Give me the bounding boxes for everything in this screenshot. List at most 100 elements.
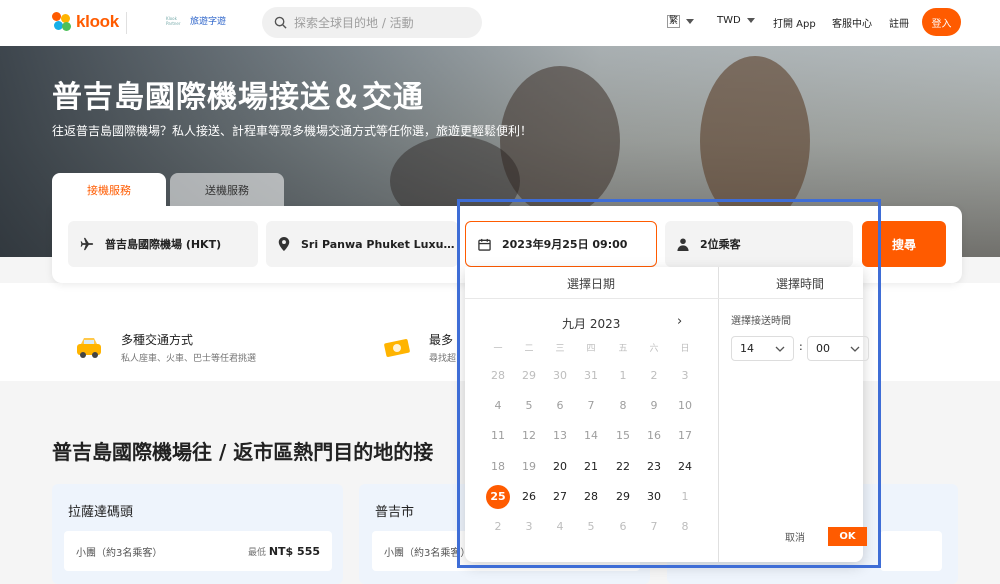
chevron-down-icon	[850, 346, 860, 352]
calendar-day: 19	[522, 460, 536, 473]
weekday-label: 四	[586, 344, 596, 354]
weekday-label: 二	[524, 344, 534, 354]
open-app-link[interactable]: 打開 App	[773, 15, 816, 30]
location-pin-icon	[278, 237, 290, 251]
calendar-day: 11	[491, 429, 505, 442]
calendar-day: 17	[678, 429, 692, 442]
calendar-day[interactable]: 23	[642, 455, 666, 479]
money-icon	[384, 339, 410, 357]
logo-divider	[126, 12, 127, 34]
weekday-label: 五	[618, 344, 628, 354]
calendar-icon	[478, 238, 491, 251]
hour-select[interactable]: 14	[731, 336, 794, 361]
calendar-day: 2	[494, 520, 502, 533]
datetime-field[interactable]: 2023年9月25日 09:00	[465, 221, 657, 267]
chevron-down-icon	[686, 19, 695, 24]
help-center-link[interactable]: 客服中心	[832, 15, 872, 30]
time-label: 選擇接送時間	[731, 316, 791, 327]
page-title: 普吉島國際機場接送＆交通	[52, 80, 424, 115]
calendar-day[interactable]: 20	[548, 455, 572, 479]
language-selector[interactable]: 繁	[667, 15, 695, 28]
calendar-day: 7	[587, 399, 595, 412]
search-button[interactable]: 搜尋	[862, 221, 946, 267]
datetime-value: 2023年9月25日 09:00	[502, 238, 628, 251]
feature-subtitle: 尋找超	[429, 354, 457, 364]
search-icon	[274, 16, 287, 29]
calendar-day: 3	[525, 520, 533, 533]
picker-divider	[718, 267, 719, 562]
to-field[interactable]: Sri Panwa Phuket Luxury Pool Villa Hotel	[266, 221, 458, 267]
calendar-day-selected[interactable]: 25	[486, 485, 510, 509]
vehicle-label: 小團（約3名乘客）	[384, 547, 471, 559]
calendar-day[interactable]: 30	[642, 485, 666, 509]
minute-select[interactable]: 00	[807, 336, 869, 361]
logo-text: klook	[76, 12, 119, 31]
calendar-day[interactable]: 28	[579, 485, 603, 509]
cancel-button[interactable]: 取消	[785, 529, 805, 544]
calendar-day: 1	[619, 369, 627, 382]
weekday-label: 一	[493, 344, 503, 354]
destination-name: 拉薩達碼頭	[68, 505, 134, 520]
minute-value: 00	[816, 342, 830, 355]
feature-subtitle: 私人座車、火車、巴士等任君挑選	[121, 354, 257, 364]
feature-title: 最多	[429, 333, 454, 347]
person-icon	[677, 237, 689, 251]
partner-tiny-text: Klook Partner	[166, 15, 181, 26]
vehicle-option[interactable]: 小團（約3名乘客） 最低 NT$ 555	[64, 531, 332, 571]
chevron-right-icon[interactable]: ›	[677, 314, 682, 329]
destination-name: 普吉市	[375, 505, 415, 520]
login-button[interactable]: 登入	[922, 8, 961, 36]
date-picker-header: 選擇日期	[567, 277, 616, 291]
from-value: 普吉島國際機場 (HKT)	[105, 238, 222, 251]
calendar-day: 30	[553, 369, 567, 382]
calendar-day: 6	[556, 399, 564, 412]
hero-photo-shape	[500, 66, 620, 216]
calendar-day[interactable]: 21	[579, 455, 603, 479]
partner-name: 旅遊字遊	[190, 17, 227, 27]
calendar-day: 9	[650, 399, 658, 412]
calendar-day: 18	[491, 460, 505, 473]
tab-dropoff[interactable]: 送機服務	[170, 173, 284, 207]
calendar-day[interactable]: 27	[548, 485, 572, 509]
klook-logo[interactable]: klook	[52, 12, 119, 32]
tab-pickup[interactable]: 接機服務	[52, 173, 166, 207]
passengers-field[interactable]: 2位乘客	[665, 221, 853, 267]
calendar-day: 29	[522, 369, 536, 382]
calendar-day: 31	[584, 369, 598, 382]
calendar-day: 28	[491, 369, 505, 382]
ok-button[interactable]: OK	[828, 527, 867, 546]
weekday-label: 六	[649, 344, 659, 354]
picker-header-divider	[465, 298, 863, 299]
calendar-day[interactable]: 24	[673, 455, 697, 479]
calendar-day: 1	[681, 490, 689, 503]
from-field[interactable]: 普吉島國際機場 (HKT)	[68, 221, 258, 267]
hour-value: 14	[740, 342, 754, 355]
price-value: NT$ 555	[268, 544, 320, 558]
calendar-day: 12	[522, 429, 536, 442]
month-label: 九月 2023	[562, 317, 621, 331]
calendar-day: 5	[525, 399, 533, 412]
currency-selector[interactable]: TWD	[717, 15, 755, 26]
chevron-down-icon	[775, 346, 785, 352]
calendar-day: 8	[619, 399, 627, 412]
weekday-label: 日	[680, 344, 690, 354]
calendar-day: 7	[650, 520, 658, 533]
taxi-icon	[77, 338, 101, 358]
airplane-icon	[80, 237, 94, 251]
weekday-label: 三	[555, 344, 565, 354]
language-label: 繁	[667, 15, 681, 28]
calendar-day[interactable]: 26	[517, 485, 541, 509]
calendar-day[interactable]: 29	[611, 485, 635, 509]
search-input[interactable]: 探索全球目的地 / 活動	[262, 7, 482, 38]
calendar-day[interactable]: 22	[611, 455, 635, 479]
calendar-day: 16	[647, 429, 661, 442]
passengers-value: 2位乘客	[700, 238, 741, 251]
hero-photo-shape	[700, 56, 810, 226]
calendar-day: 3	[681, 369, 689, 382]
time-picker-header: 選擇時間	[776, 277, 825, 291]
partner-logo: Klook Partner 旅遊字遊	[166, 14, 227, 28]
vehicle-option[interactable]	[880, 531, 942, 571]
to-value: Sri Panwa Phuket Luxury Pool Villa Hotel	[301, 237, 458, 251]
signup-link[interactable]: 註冊	[889, 15, 909, 30]
time-colon: :	[799, 340, 803, 353]
